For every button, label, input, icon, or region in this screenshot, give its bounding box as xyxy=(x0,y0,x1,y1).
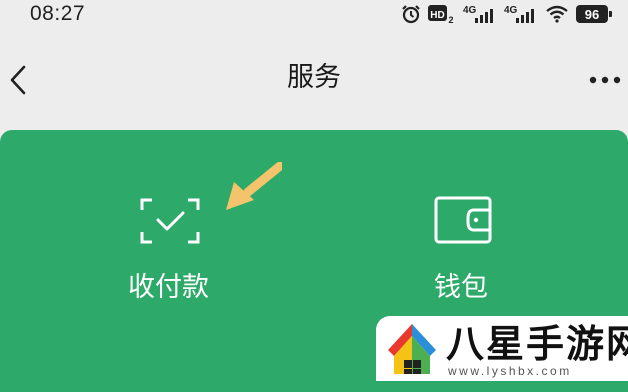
wallet-label[interactable]: 钱包 xyxy=(434,270,488,306)
signal-4g-icon: 4G xyxy=(504,5,534,23)
wifi-icon xyxy=(546,5,568,23)
nav-bar: 服务 xyxy=(0,28,628,128)
more-dots-icon[interactable] xyxy=(588,74,624,86)
network-label: 4G xyxy=(504,5,518,16)
status-icons: HD 2 4G 4G 96 xyxy=(401,4,612,24)
status-bar: 08:27 HD 2 4G 4G 96 xyxy=(0,0,628,28)
battery-level: 96 xyxy=(584,6,600,22)
hd-icon: HD 2 xyxy=(428,5,454,24)
page-title: 服务 xyxy=(287,62,341,93)
hd-sub: 2 xyxy=(448,15,453,24)
watermark-domain: www.lyshbx.com xyxy=(448,364,572,378)
hd-label: HD xyxy=(430,10,444,21)
network-label: 4G xyxy=(463,5,477,16)
arrow-pointer-icon xyxy=(226,162,282,210)
watermark: 八星手游网 www.lyshbx.com xyxy=(376,316,628,381)
wallet-icon[interactable] xyxy=(434,196,492,244)
alarm-icon xyxy=(402,5,420,24)
status-time: 08:27 xyxy=(30,2,86,25)
watermark-title: 八星手游网 xyxy=(446,322,628,366)
pay-receive-label[interactable]: 收付款 xyxy=(128,270,209,306)
signal-4g-icon: 4G xyxy=(463,5,493,23)
house-logo-icon xyxy=(388,324,436,374)
scan-check-icon[interactable] xyxy=(140,198,200,244)
battery-icon: 96 xyxy=(576,5,612,23)
